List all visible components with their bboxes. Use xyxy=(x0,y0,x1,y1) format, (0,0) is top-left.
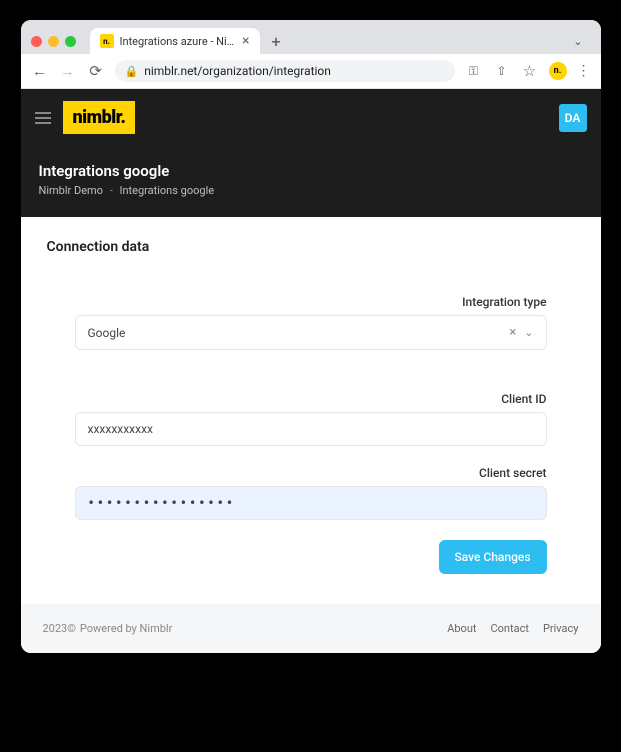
browser-tab[interactable]: n. Integrations azure - Nimblr Se × xyxy=(90,28,260,54)
page-title: Integrations google xyxy=(39,162,583,180)
integration-type-label: Integration type xyxy=(75,295,547,309)
field-client-secret: Client secret xyxy=(75,466,547,520)
footer-links: About Contact Privacy xyxy=(447,622,578,635)
close-window-icon[interactable] xyxy=(31,36,42,47)
tab-title: Integrations azure - Nimblr Se xyxy=(120,35,237,48)
app-topbar: nimblr. DA xyxy=(21,89,601,146)
browser-window: n. Integrations azure - Nimblr Se × + ⌄ … xyxy=(21,20,601,653)
tabs-menu-icon[interactable]: ⌄ xyxy=(565,35,590,48)
breadcrumb: Nimblr Demo - Integrations google xyxy=(39,184,583,197)
integration-type-select[interactable]: Google × ⌄ xyxy=(75,315,547,350)
profile-avatar[interactable]: n. xyxy=(549,62,567,80)
toolbar-right: ⚿ ⇧ ☆ n. ⋮ xyxy=(465,62,591,80)
app-root: nimblr. DA Integrations google Nimblr De… xyxy=(21,89,601,653)
footer-about-link[interactable]: About xyxy=(447,622,476,635)
back-button[interactable]: ← xyxy=(31,62,49,80)
footer-privacy-link[interactable]: Privacy xyxy=(543,622,579,635)
content-card: Connection data Integration type Google … xyxy=(21,217,601,604)
breadcrumb-current: Integrations google xyxy=(119,184,214,197)
maximize-window-icon[interactable] xyxy=(65,36,76,47)
form: Integration type Google × ⌄ Client ID Cl… xyxy=(47,295,575,574)
section-title: Connection data xyxy=(47,239,575,255)
address-bar[interactable]: 🔒 nimblr.net/organization/integration xyxy=(115,60,455,82)
lock-icon: 🔒 xyxy=(125,65,139,78)
client-id-input[interactable] xyxy=(75,412,547,446)
tab-favicon: n. xyxy=(100,34,114,48)
menu-button[interactable] xyxy=(35,112,51,124)
form-actions: Save Changes xyxy=(75,540,547,574)
tab-strip: n. Integrations azure - Nimblr Se × + ⌄ xyxy=(21,20,601,54)
page-header: Integrations google Nimblr Demo - Integr… xyxy=(21,146,601,217)
footer-powered: Powered by Nimblr xyxy=(80,622,172,635)
new-tab-button[interactable]: + xyxy=(268,32,285,51)
integration-type-value: Google xyxy=(88,326,510,340)
client-secret-input[interactable] xyxy=(75,486,547,520)
browser-menu-icon[interactable]: ⋮ xyxy=(577,63,591,79)
clear-icon[interactable]: × xyxy=(509,325,516,340)
window-controls xyxy=(31,36,76,47)
share-icon[interactable]: ⇧ xyxy=(493,64,511,78)
browser-chrome: n. Integrations azure - Nimblr Se × + ⌄ … xyxy=(21,20,601,89)
user-avatar[interactable]: DA xyxy=(559,104,587,132)
field-client-id: Client ID xyxy=(75,392,547,446)
breadcrumb-org[interactable]: Nimblr Demo xyxy=(39,184,103,197)
footer-year: 2023© xyxy=(43,622,76,635)
footer-left: 2023© Powered by Nimblr xyxy=(43,622,173,635)
forward-button[interactable]: → xyxy=(59,62,77,80)
tab-close-icon[interactable]: × xyxy=(242,34,249,48)
url-text: nimblr.net/organization/integration xyxy=(144,64,331,78)
star-icon[interactable]: ☆ xyxy=(521,62,539,80)
minimize-window-icon[interactable] xyxy=(48,36,59,47)
client-secret-label: Client secret xyxy=(75,466,547,480)
footer: 2023© Powered by Nimblr About Contact Pr… xyxy=(21,604,601,653)
app-logo[interactable]: nimblr. xyxy=(63,101,136,134)
field-integration-type: Integration type Google × ⌄ xyxy=(75,295,547,350)
key-icon[interactable]: ⚿ xyxy=(465,64,483,79)
chevron-down-icon[interactable]: ⌄ xyxy=(524,326,533,339)
toolbar: ← → ⟳ 🔒 nimblr.net/organization/integrat… xyxy=(21,54,601,89)
breadcrumb-separator: - xyxy=(110,184,113,197)
reload-button[interactable]: ⟳ xyxy=(87,62,105,80)
footer-contact-link[interactable]: Contact xyxy=(491,622,529,635)
save-button[interactable]: Save Changes xyxy=(439,540,547,574)
client-id-label: Client ID xyxy=(75,392,547,406)
